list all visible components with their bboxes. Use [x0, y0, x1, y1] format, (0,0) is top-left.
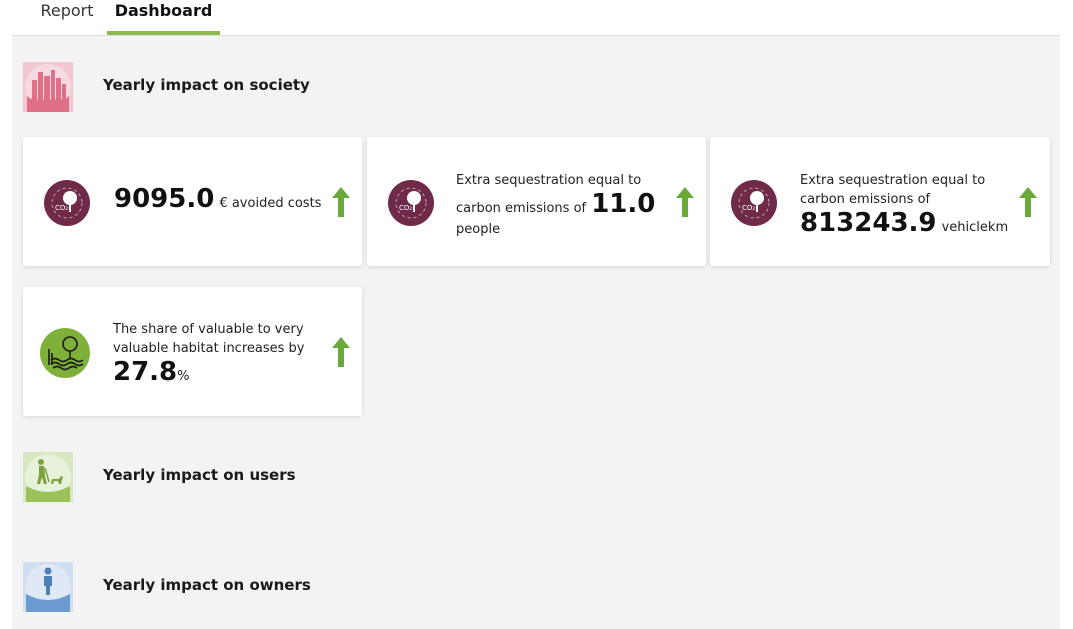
people-text-inline: carbon emissions of: [456, 201, 587, 216]
card-vehiclekm-text: Extra sequestration equal to carbon emis…: [800, 171, 1025, 241]
card-people-text: Extra sequestration equal to carbon emis…: [456, 171, 676, 239]
habitat-value: 27.8: [113, 357, 178, 387]
impact-card-habitat: The share of valuable to very valuable h…: [23, 287, 362, 416]
card-habitat-text: The share of valuable to very valuable h…: [113, 320, 323, 390]
svg-text:CO₂: CO₂: [399, 204, 412, 212]
avoided-costs-unit: € avoided costs: [219, 196, 322, 211]
svg-text:CO₂: CO₂: [55, 204, 68, 212]
people-value: 11.0: [591, 189, 656, 219]
habitat-text-line2: valuable habitat increases by: [113, 341, 305, 356]
vehiclekm-text-line2: carbon emissions of: [800, 192, 931, 207]
vehiclekm-value: 813243.9: [800, 208, 937, 238]
tab-bar: Report Dashboard: [0, 0, 1073, 36]
people-value-row: carbon emissions of 11.0: [456, 190, 676, 220]
person-standing-icon: [23, 562, 73, 612]
trend-up-arrow-icon: [332, 337, 350, 367]
svg-text:CO₂: CO₂: [742, 204, 755, 212]
section-users-title: Yearly impact on users: [103, 466, 296, 484]
people-unit: people: [456, 222, 501, 237]
card-avoided-costs-value-row: 9095.0 € avoided costs: [114, 185, 321, 213]
trend-up-arrow-icon: [676, 187, 694, 217]
habitat-value-row: 27.8%: [113, 358, 323, 390]
co2-tree-icon: CO₂: [43, 179, 91, 227]
trend-up-arrow-icon: [1019, 187, 1037, 217]
avoided-costs-value: 9095.0: [114, 184, 215, 214]
habitat-text-line1: The share of valuable to very: [113, 322, 304, 337]
hiker-with-dog-icon: [23, 452, 73, 502]
people-text-line1: Extra sequestration equal to: [456, 173, 642, 188]
section-owners-title: Yearly impact on owners: [103, 576, 311, 594]
impact-card-avoided-costs: CO₂ 9095.0 € avoided costs: [23, 137, 362, 266]
tab-dashboard-label: Dashboard: [114, 1, 213, 20]
co2-tree-icon: CO₂: [387, 179, 435, 227]
habitat-unit: %: [177, 369, 190, 384]
habitat-tree-water-icon: [39, 327, 91, 379]
co2-tree-icon: CO₂: [730, 179, 778, 227]
vehiclekm-unit: vehiclekm: [941, 220, 1009, 235]
section-society-title: Yearly impact on society: [103, 76, 310, 94]
tab-report-label: Report: [40, 1, 94, 20]
impact-card-vehiclekm: CO₂ Extra sequestration equal to carbon …: [710, 137, 1050, 266]
tab-dashboard[interactable]: Dashboard: [107, 0, 220, 36]
tab-report[interactable]: Report: [30, 0, 104, 36]
vehiclekm-text-line1: Extra sequestration equal to: [800, 173, 986, 188]
city-skyline-icon: [23, 62, 73, 112]
vehiclekm-value-row: 813243.9 vehiclekm: [800, 209, 1025, 241]
dashboard-content: Yearly impact on society CO₂ 9095.0 € av…: [12, 36, 1060, 629]
trend-up-arrow-icon: [332, 187, 350, 217]
impact-card-people: CO₂ Extra sequestration equal to carbon …: [367, 137, 706, 266]
